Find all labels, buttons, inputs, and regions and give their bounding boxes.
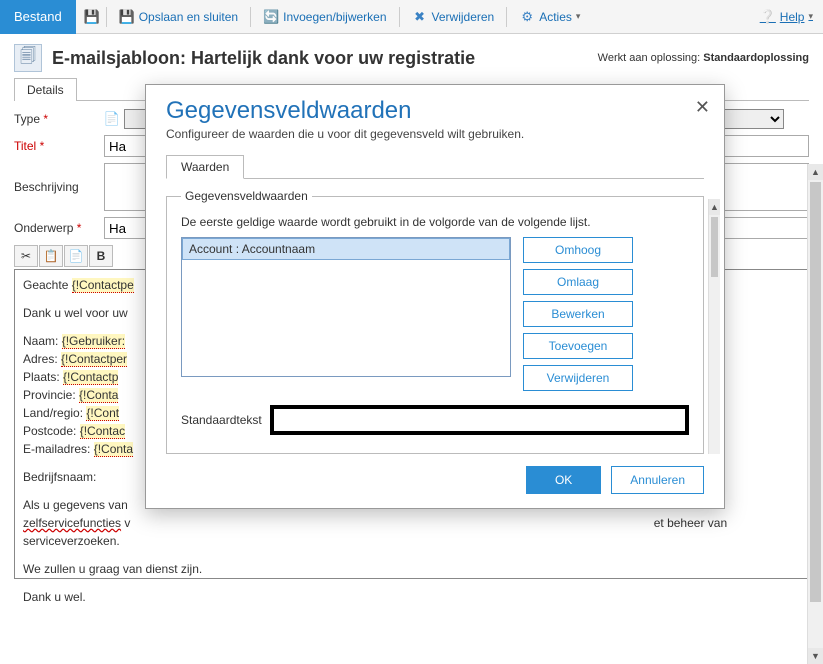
scroll-up-icon[interactable]: ▲ bbox=[808, 164, 823, 180]
save-close-button[interactable]: 💾 Opslaan en sluiten bbox=[113, 6, 244, 28]
file-tab[interactable]: Bestand bbox=[0, 0, 76, 34]
merge-field: {!Contactp bbox=[63, 370, 118, 385]
move-up-button[interactable]: Omhoog bbox=[523, 237, 633, 263]
default-text-input[interactable] bbox=[270, 405, 689, 435]
merge-field: {!Conta bbox=[94, 442, 133, 457]
insert-update-button[interactable]: 🔄 Invoegen/bijwerken bbox=[257, 6, 392, 28]
spellcheck-error: zelfservicefuncties bbox=[23, 516, 121, 530]
dialog-subtitle: Configureer de waarden die u voor dit ge… bbox=[166, 127, 704, 141]
onderwerp-label: Onderwerp bbox=[14, 221, 104, 235]
edit-button[interactable]: Bewerken bbox=[523, 301, 633, 327]
solution-label: Werkt aan oplossing: Standaardoplossing bbox=[598, 52, 809, 64]
help-dropdown[interactable]: ❔ Help bbox=[760, 9, 823, 25]
values-listbox[interactable]: Account : Accountnaam bbox=[181, 237, 511, 377]
bold-button[interactable]: B bbox=[89, 245, 113, 267]
fieldset-legend: Gegevensveldwaarden bbox=[181, 189, 312, 203]
actions-dropdown[interactable]: ⚙ Acties bbox=[513, 6, 586, 28]
remove-button[interactable]: Verwijderen bbox=[523, 365, 633, 391]
actions-icon: ⚙ bbox=[519, 9, 535, 25]
help-icon: ❔ bbox=[760, 9, 776, 25]
add-button[interactable]: Toevoegen bbox=[523, 333, 633, 359]
save-close-icon: 💾 bbox=[119, 9, 135, 25]
move-down-button[interactable]: Omlaag bbox=[523, 269, 633, 295]
scroll-up-icon[interactable]: ▲ bbox=[709, 199, 720, 215]
scroll-thumb[interactable] bbox=[810, 182, 821, 602]
default-text-label: Standaardtekst bbox=[181, 413, 262, 427]
merge-field: {!Gebruiker: bbox=[62, 334, 125, 349]
tab-details[interactable]: Details bbox=[14, 78, 77, 101]
merge-field: {!Cont bbox=[86, 406, 119, 421]
dialog-title: Gegevensveldwaarden bbox=[166, 97, 704, 125]
merge-field: {!Conta bbox=[79, 388, 118, 403]
delete-icon: ✖ bbox=[412, 9, 428, 25]
delete-button[interactable]: ✖ Verwijderen bbox=[406, 6, 501, 28]
insert-icon: 🔄 bbox=[263, 9, 279, 25]
template-icon: 🗐 bbox=[14, 44, 42, 72]
list-item[interactable]: Account : Accountnaam bbox=[182, 238, 510, 260]
dialog-scrollbar[interactable]: ▲ bbox=[708, 199, 720, 454]
top-toolbar: Bestand 💾 💾 Opslaan en sluiten 🔄 Invoege… bbox=[0, 0, 823, 34]
save-close-label: Opslaan en sluiten bbox=[139, 10, 238, 24]
copy-button[interactable]: 📋 bbox=[39, 245, 63, 267]
close-icon[interactable]: ✕ bbox=[695, 97, 710, 118]
scroll-thumb[interactable] bbox=[711, 217, 718, 277]
type-label: Type bbox=[14, 112, 104, 126]
merge-field: {!Contactper bbox=[61, 352, 127, 367]
paste-button[interactable]: 📄 bbox=[64, 245, 88, 267]
fieldset-description: De eerste geldige waarde wordt gebruikt … bbox=[181, 215, 689, 229]
page-title: E-mailsjabloon: Hartelijk dank voor uw r… bbox=[52, 48, 475, 69]
field-values-dialog: Gegevensveldwaarden Configureer de waard… bbox=[145, 84, 725, 509]
delete-label: Verwijderen bbox=[432, 10, 495, 24]
ok-button[interactable]: OK bbox=[526, 466, 601, 494]
scroll-down-icon[interactable]: ▼ bbox=[808, 648, 823, 664]
page-scrollbar[interactable]: ▲ ▼ bbox=[807, 164, 823, 664]
merge-field: {!Contac bbox=[80, 424, 125, 439]
type-icon: 📄 bbox=[104, 111, 120, 127]
fieldset-values: Gegevensveldwaarden De eerste geldige wa… bbox=[166, 189, 704, 454]
help-label: Help bbox=[780, 10, 805, 24]
titel-label: Titel bbox=[14, 139, 104, 153]
merge-field: {!Contactpe bbox=[72, 278, 134, 293]
insert-update-label: Invoegen/bijwerken bbox=[283, 10, 386, 24]
tab-waarden[interactable]: Waarden bbox=[166, 155, 244, 179]
cancel-button[interactable]: Annuleren bbox=[611, 466, 704, 494]
beschrijving-label: Beschrijving bbox=[14, 180, 104, 194]
actions-label: Acties bbox=[539, 10, 572, 24]
save-icon[interactable]: 💾 bbox=[84, 9, 100, 25]
cut-button[interactable]: ✂ bbox=[14, 245, 38, 267]
